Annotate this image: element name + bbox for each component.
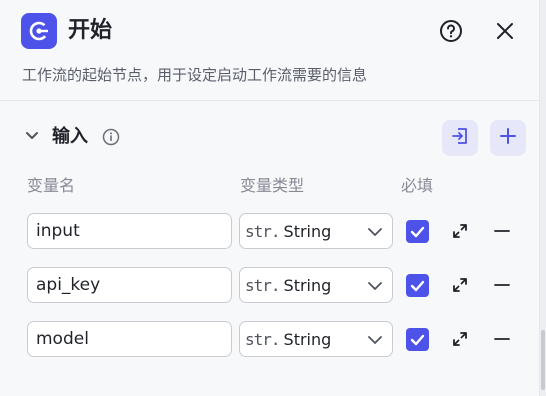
remove-icon[interactable] xyxy=(492,221,512,241)
scrollbar-thumb[interactable] xyxy=(541,330,545,390)
column-header-type: 变量类型 xyxy=(240,176,305,195)
variable-type-select[interactable]: str. String xyxy=(239,321,393,357)
column-header-name: 变量名 xyxy=(27,176,76,195)
variable-type-label: String xyxy=(283,329,332,349)
column-header-required: 必填 xyxy=(401,176,434,195)
expand-icon[interactable] xyxy=(450,275,470,295)
chevron-down-icon xyxy=(366,279,384,293)
variable-row: str. String xyxy=(0,213,540,251)
string-type-icon: str. xyxy=(245,275,281,295)
chevron-down-icon xyxy=(366,225,384,239)
required-checkbox[interactable] xyxy=(406,328,429,351)
start-node-panel: 开始 工作流的起始节点，用于设定启动工作流需要的信息 输入 变量名 变量类型 必… xyxy=(0,0,540,396)
import-icon xyxy=(450,126,470,150)
variable-name-input[interactable] xyxy=(27,213,232,249)
divider xyxy=(0,100,540,101)
string-type-icon: str. xyxy=(245,221,281,241)
variable-row: str. String xyxy=(0,321,540,359)
node-title: 开始 xyxy=(68,18,113,43)
variable-type-select[interactable]: str. String xyxy=(239,267,393,303)
question-circle-icon[interactable] xyxy=(437,17,465,45)
plus-icon xyxy=(499,127,517,149)
scrollbar[interactable] xyxy=(540,0,546,396)
expand-icon[interactable] xyxy=(450,329,470,349)
variable-type-label: String xyxy=(283,275,332,295)
remove-icon[interactable] xyxy=(492,329,512,349)
string-type-icon: str. xyxy=(245,329,281,349)
close-icon[interactable] xyxy=(491,17,519,45)
info-icon[interactable] xyxy=(101,127,121,147)
variable-type-select[interactable]: str. String xyxy=(239,213,393,249)
variable-name-input[interactable] xyxy=(27,321,232,357)
start-node-icon xyxy=(21,13,57,49)
chevron-down-icon[interactable] xyxy=(22,126,42,146)
section-title: 输入 xyxy=(52,126,88,147)
node-description: 工作流的起始节点，用于设定启动工作流需要的信息 xyxy=(22,66,368,84)
variable-name-input[interactable] xyxy=(27,267,232,303)
variable-type-label: String xyxy=(283,221,332,241)
add-variable-button[interactable] xyxy=(490,120,526,156)
required-checkbox[interactable] xyxy=(406,220,429,243)
remove-icon[interactable] xyxy=(492,275,512,295)
expand-icon[interactable] xyxy=(450,221,470,241)
chevron-down-icon xyxy=(366,333,384,347)
import-button[interactable] xyxy=(442,120,478,156)
variable-row: str. String xyxy=(0,267,540,305)
required-checkbox[interactable] xyxy=(406,274,429,297)
